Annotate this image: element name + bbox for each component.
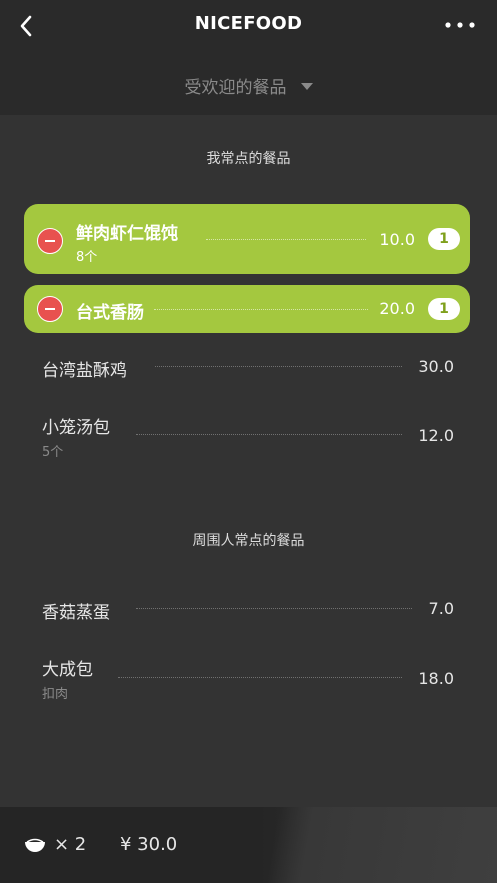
menu-item-row[interactable]: 台湾盐酥鸡 30.0 [0,346,497,386]
cart-total-price: ¥ 30.0 [120,834,178,855]
nearby-section-title: 周围人常点的餐品 [192,533,305,549]
item-price: 7.0 [428,599,454,618]
menu-item-row[interactable]: 小笼汤包 5个 12.0 [0,405,497,465]
top-bar: NICEFOOD 受欢迎的餐品 [0,0,497,115]
filter-label: 受欢迎的餐品 [184,78,287,98]
category-filter-dropdown[interactable]: 受欢迎的餐品 [0,73,497,98]
item-price: 30.0 [418,357,454,376]
dotted-leader [154,309,368,310]
item-name: 台式香肠 [76,303,144,323]
quantity-badge: 1 [428,228,460,250]
quantity-badge: 1 [428,298,460,320]
dotted-leader [118,677,402,678]
selected-item-card[interactable]: 鲜肉虾仁馄饨 8个 10.0 1 [24,204,470,274]
item-price: 18.0 [418,669,454,688]
remove-item-icon[interactable] [37,296,63,322]
app-title: NICEFOOD [194,13,303,34]
item-name: 小笼汤包 [42,418,110,438]
item-name: 鲜肉虾仁馄饨 [76,224,178,244]
item-price: 20.0 [379,299,415,318]
dotted-leader [155,366,402,367]
dotted-leader [136,608,412,609]
item-subtitle: 5个 [42,445,64,460]
item-price: 12.0 [418,426,454,445]
item-name: 大成包 [42,660,93,680]
item-name: 香菇蒸蛋 [42,603,110,623]
dotted-leader [206,239,366,240]
menu-item-row[interactable]: 大成包 扣肉 18.0 [0,647,497,707]
item-subtitle: 8个 [76,250,98,265]
item-subtitle: 扣肉 [42,687,69,702]
item-name: 台湾盐酥鸡 [42,361,127,381]
checkout-area[interactable] [265,807,497,883]
more-options-icon[interactable] [443,18,477,32]
dotted-leader [136,434,402,435]
dropdown-caret-icon [300,82,313,90]
cart-item-count: × 2 [54,834,87,855]
item-price: 10.0 [379,230,415,249]
selected-item-card[interactable]: 台式香肠 20.0 1 [24,285,470,333]
my-section-title: 我常点的餐品 [206,151,291,167]
remove-item-icon[interactable] [37,228,63,254]
menu-item-row[interactable]: 香菇蒸蛋 7.0 [0,588,497,628]
bowl-icon[interactable] [24,836,46,854]
